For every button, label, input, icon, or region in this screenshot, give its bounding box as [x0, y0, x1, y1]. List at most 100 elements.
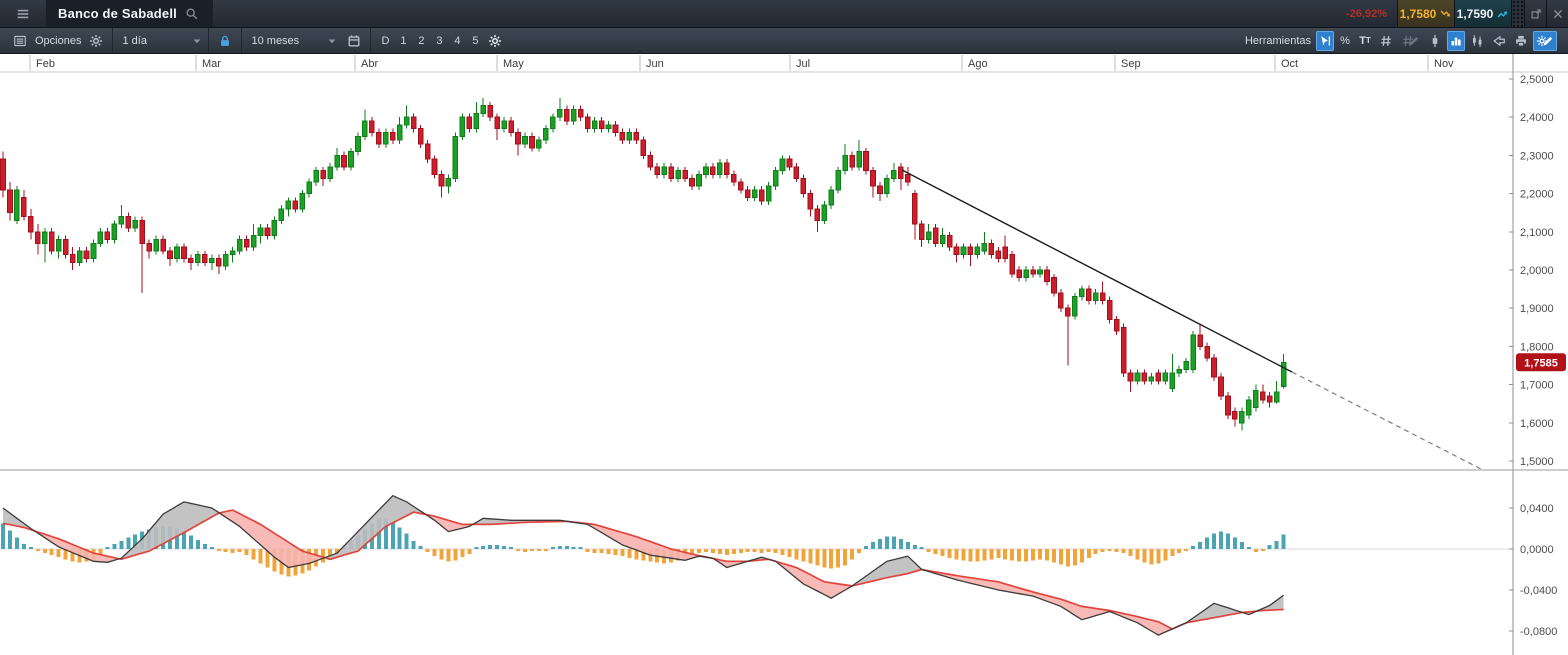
candle[interactable]	[424, 140, 431, 164]
candle[interactable]	[285, 197, 292, 217]
candle[interactable]	[278, 205, 285, 225]
candle[interactable]	[487, 101, 493, 122]
candle[interactable]	[550, 113, 556, 133]
candle[interactable]	[1169, 354, 1176, 393]
candle[interactable]	[83, 247, 90, 263]
candle[interactable]	[661, 163, 668, 179]
candle[interactable]	[1204, 342, 1210, 362]
candle[interactable]	[466, 113, 473, 133]
candle[interactable]	[1253, 384, 1259, 412]
candle[interactable]	[605, 121, 612, 133]
candle[interactable]	[167, 247, 173, 267]
candle[interactable]	[522, 132, 528, 148]
candle[interactable]	[452, 132, 459, 183]
candle-tool-button[interactable]	[1425, 31, 1445, 51]
candle[interactable]	[724, 159, 730, 179]
options-label[interactable]: Opciones	[35, 35, 81, 47]
candle[interactable]	[174, 243, 180, 263]
candle[interactable]	[793, 163, 800, 183]
candle[interactable]	[299, 189, 306, 213]
candle[interactable]	[14, 185, 20, 225]
candle[interactable]	[932, 224, 939, 248]
candle[interactable]	[1120, 323, 1127, 377]
candle[interactable]	[744, 185, 751, 202]
candle[interactable]	[250, 224, 257, 251]
candle[interactable]	[911, 189, 918, 240]
candle[interactable]	[856, 140, 862, 171]
candle[interactable]	[703, 163, 709, 179]
candle[interactable]	[891, 163, 897, 183]
candle[interactable]	[689, 174, 695, 190]
candle[interactable]	[536, 136, 542, 152]
candle[interactable]	[779, 155, 786, 175]
close-button[interactable]	[1546, 0, 1568, 27]
candle[interactable]	[202, 250, 208, 267]
candle[interactable]	[1176, 365, 1183, 377]
candle[interactable]	[786, 155, 793, 171]
candle[interactable]	[111, 220, 118, 244]
candle[interactable]	[445, 174, 452, 194]
candle[interactable]	[863, 147, 869, 175]
price-chart-canvas[interactable]: Feb Mar Abr May Jun Jul Ago Sep Oct Nov 2,5000 2,40…	[0, 54, 1568, 655]
candle[interactable]	[195, 250, 201, 267]
candle[interactable]	[835, 166, 842, 194]
menu-button[interactable]	[0, 0, 46, 27]
candle[interactable]	[306, 178, 313, 198]
candle[interactable]	[1009, 250, 1016, 278]
candle[interactable]	[877, 182, 883, 202]
candle[interactable]	[494, 113, 500, 141]
chevron-down-icon[interactable]	[326, 35, 338, 47]
candle[interactable]	[939, 227, 946, 248]
period-button-5[interactable]: 5	[467, 31, 483, 51]
candle[interactable]	[584, 113, 591, 133]
candle[interactable]	[355, 132, 361, 156]
candle[interactable]	[1246, 396, 1252, 419]
candle[interactable]	[41, 227, 48, 263]
candle[interactable]	[431, 155, 438, 179]
candle[interactable]	[696, 170, 702, 190]
candle[interactable]	[1127, 369, 1134, 393]
candle[interactable]	[1065, 304, 1071, 366]
candle[interactable]	[1197, 323, 1203, 351]
candle[interactable]	[626, 128, 633, 144]
candle[interactable]	[118, 205, 125, 228]
candle[interactable]	[647, 151, 654, 171]
candle[interactable]	[376, 128, 382, 148]
candle[interactable]	[570, 105, 577, 125]
percent-scale-button[interactable]: %	[1336, 31, 1354, 51]
candle[interactable]	[925, 224, 932, 244]
candle[interactable]	[884, 174, 890, 198]
candle[interactable]	[557, 98, 563, 122]
candle[interactable]	[898, 163, 904, 190]
candle[interactable]	[758, 185, 765, 206]
candle[interactable]	[807, 189, 814, 217]
candle[interactable]	[737, 178, 744, 194]
lock-scale-button[interactable]	[215, 31, 235, 51]
period-button-3[interactable]: 3	[431, 31, 447, 51]
periods-settings-button[interactable]	[485, 31, 505, 51]
candle[interactable]	[640, 136, 647, 160]
candle[interactable]	[710, 163, 716, 179]
drag-handle[interactable]	[1511, 0, 1524, 27]
candle[interactable]	[341, 151, 347, 171]
candle[interactable]	[633, 128, 640, 144]
trendline[interactable]	[901, 169, 1293, 373]
candle[interactable]	[125, 212, 132, 232]
candle[interactable]	[1030, 266, 1036, 278]
candle[interactable]	[682, 166, 688, 183]
candle[interactable]	[828, 185, 835, 209]
search-icon[interactable]	[185, 7, 199, 21]
candle[interactable]	[48, 227, 55, 255]
candle[interactable]	[967, 243, 974, 267]
candle[interactable]	[264, 224, 271, 240]
options-settings-button[interactable]	[86, 31, 106, 51]
candle[interactable]	[389, 128, 396, 144]
candle[interactable]	[243, 235, 250, 251]
candle[interactable]	[988, 239, 995, 259]
candle[interactable]	[410, 113, 417, 133]
candle[interactable]	[383, 128, 389, 148]
period-button-4[interactable]: 4	[449, 31, 465, 51]
candle[interactable]	[292, 197, 299, 213]
candle[interactable]	[543, 124, 549, 144]
candle[interactable]	[515, 128, 521, 156]
